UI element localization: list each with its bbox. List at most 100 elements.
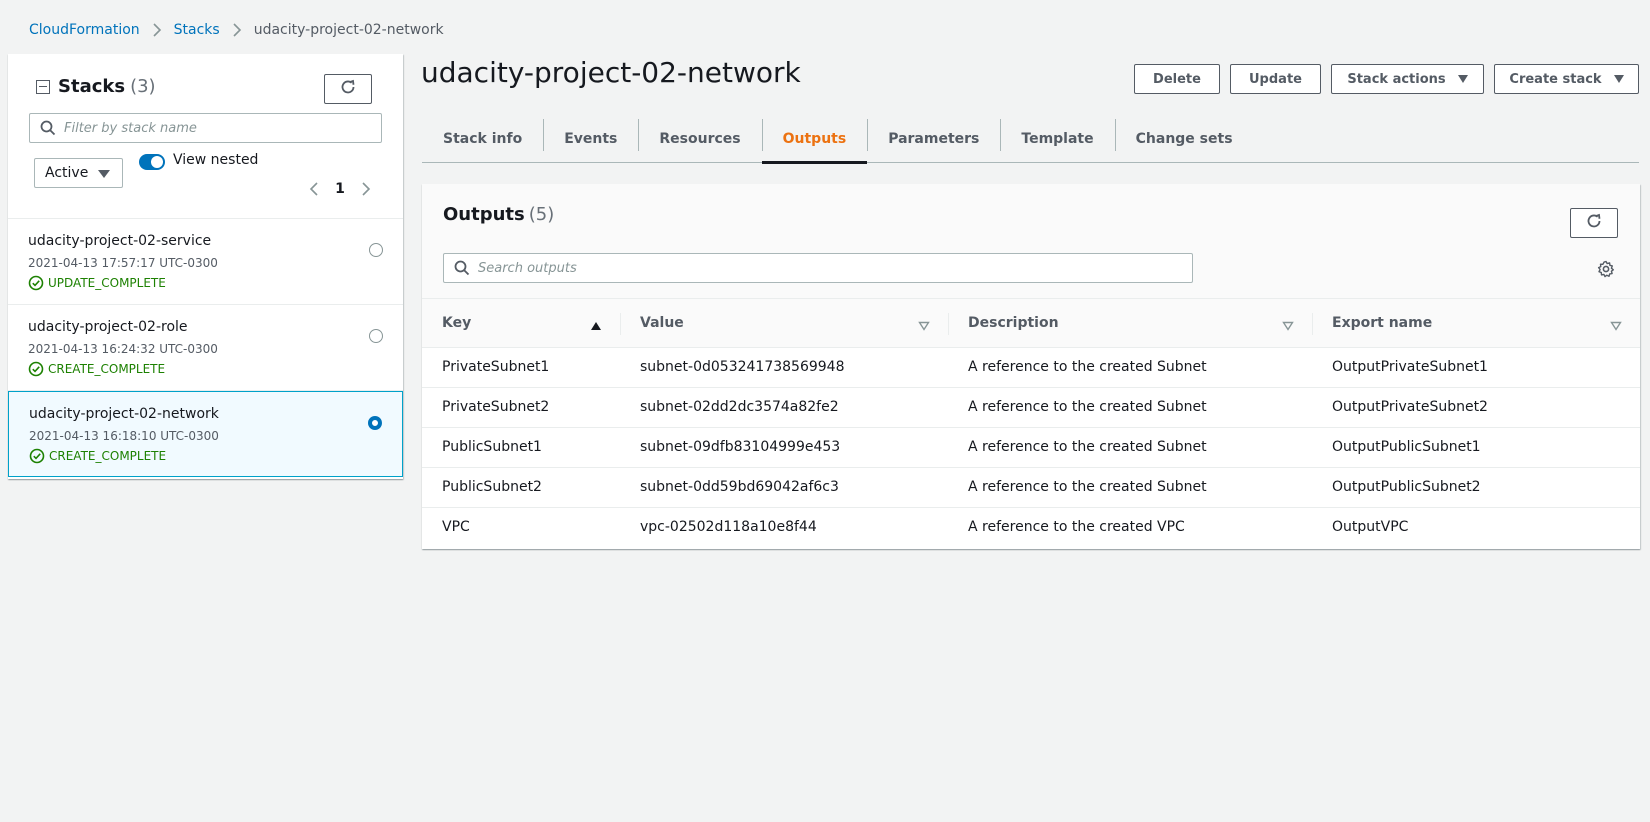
outputs-title-text: Outputs <box>443 204 525 225</box>
refresh-icon <box>339 78 357 100</box>
delete-button[interactable]: Delete <box>1134 64 1220 94</box>
table-row: VPC vpc-02502d118a10e8f44 A reference to… <box>422 507 1640 547</box>
cell-export-name: OutputPublicSubnet2 <box>1312 467 1640 508</box>
caret-down-icon <box>1457 75 1468 83</box>
stacks-refresh-button[interactable] <box>324 74 372 104</box>
column-header-value[interactable]: Value <box>620 299 948 348</box>
tab-stack-info[interactable]: Stack info <box>422 115 543 163</box>
sort-icon[interactable] <box>1610 319 1622 335</box>
stack-actions-label: Stack actions <box>1347 71 1446 87</box>
stack-status-select-value: Active <box>45 165 89 181</box>
create-stack-label: Create stack <box>1509 71 1602 87</box>
stack-name: udacity-project-02-service <box>28 233 212 249</box>
outputs-search-input[interactable] <box>478 260 1192 276</box>
stack-list-item-selected[interactable]: udacity-project-02-network 2021-04-13 16… <box>8 391 403 477</box>
stacks-panel-title: Stacks (3) <box>36 76 156 97</box>
breadcrumb: CloudFormation Stacks udacity-project-02… <box>29 20 444 40</box>
stacks-panel-header: Stacks (3) Active View nested 1 <box>8 54 403 219</box>
stack-radio[interactable] <box>369 329 383 343</box>
update-button[interactable]: Update <box>1230 64 1321 94</box>
table-header-row: Key Value Description Export name <box>422 299 1640 348</box>
tab-outputs[interactable]: Outputs <box>761 115 868 164</box>
breadcrumb-cloudformation-link[interactable]: CloudFormation <box>29 22 140 38</box>
column-header-label: Value <box>640 314 684 331</box>
table-row: PublicSubnet2 subnet-0dd59bd69042af6c3 A… <box>422 467 1640 508</box>
breadcrumb-current: udacity-project-02-network <box>253 22 444 38</box>
stack-list-item[interactable]: udacity-project-02-role 2021-04-13 16:24… <box>8 305 403 391</box>
search-icon <box>454 260 470 276</box>
cell-key: PublicSubnet1 <box>422 427 620 468</box>
stack-name: udacity-project-02-role <box>28 319 188 335</box>
stack-status-text: CREATE_COMPLETE <box>48 362 166 376</box>
outputs-header: Outputs (5) <box>422 184 1640 299</box>
cell-description: A reference to the created Subnet <box>948 467 1312 508</box>
delete-button-label: Delete <box>1153 71 1201 87</box>
search-icon <box>40 120 56 136</box>
cell-export-name: OutputPublicSubnet1 <box>1312 427 1640 468</box>
stack-tabs: Stack info Events Resources Outputs Para… <box>422 115 1639 164</box>
cell-key: PrivateSubnet2 <box>422 387 620 428</box>
outputs-panel: Outputs(5) Key <box>422 184 1640 549</box>
tab-template[interactable]: Template <box>1000 115 1114 163</box>
outputs-title: Outputs (5) <box>443 204 554 225</box>
stack-filter-input[interactable] <box>64 120 381 136</box>
table-row: PublicSubnet1 subnet-09dfb83104999e453 A… <box>422 427 1640 468</box>
cell-key: PrivateSubnet1 <box>422 347 620 388</box>
caret-down-icon <box>98 170 110 178</box>
column-header-key[interactable]: Key <box>422 299 620 348</box>
column-header-label: Export name <box>1332 314 1433 331</box>
create-stack-dropdown[interactable]: Create stack <box>1494 64 1639 94</box>
chevron-right-icon <box>362 182 371 196</box>
stack-status-text: CREATE_COMPLETE <box>49 449 167 463</box>
cell-description: A reference to the created Subnet <box>948 387 1312 428</box>
sort-icon[interactable] <box>918 319 930 335</box>
update-button-label: Update <box>1249 71 1302 87</box>
sort-icon[interactable] <box>1282 319 1294 335</box>
tab-parameters[interactable]: Parameters <box>867 115 1000 163</box>
outputs-refresh-button[interactable] <box>1570 208 1618 238</box>
stack-radio[interactable] <box>369 243 383 257</box>
success-check-icon <box>28 361 44 377</box>
stack-status: CREATE_COMPLETE <box>28 361 403 377</box>
column-header-description[interactable]: Description <box>948 299 1312 348</box>
stack-radio-selected[interactable] <box>368 416 382 430</box>
breadcrumb-stacks-link[interactable]: Stacks <box>174 22 220 38</box>
view-nested-toggle[interactable] <box>139 154 165 170</box>
prev-page-button[interactable] <box>302 179 326 199</box>
stack-timestamp: 2021-04-13 17:57:17 UTC-0300 <box>28 256 218 270</box>
tab-change-sets[interactable]: Change sets <box>1114 115 1254 163</box>
stack-timestamp: 2021-04-13 16:18:10 UTC-0300 <box>29 429 219 443</box>
stack-status-select[interactable]: Active <box>34 158 123 188</box>
outputs-count: (5) <box>528 204 555 225</box>
cell-value: subnet-0dd59bd69042af6c3 <box>620 467 948 508</box>
column-header-export-name[interactable]: Export name <box>1312 299 1640 348</box>
sort-ascending-icon[interactable] <box>590 319 602 335</box>
tab-resources[interactable]: Resources <box>638 115 761 163</box>
page-number[interactable]: 1 <box>326 181 354 197</box>
cell-export-name: OutputPrivateSubnet1 <box>1312 347 1640 388</box>
stack-list-item[interactable]: udacity-project-02-service 2021-04-13 17… <box>8 219 403 305</box>
cell-description: A reference to the created Subnet <box>948 347 1312 388</box>
chevron-left-icon <box>309 182 318 196</box>
table-row: PrivateSubnet2 subnet-02dd2dc3574a82fe2 … <box>422 387 1640 428</box>
cell-description: A reference to the created Subnet <box>948 427 1312 468</box>
stacks-pagination: 1 <box>302 179 378 199</box>
stack-actions-dropdown[interactable]: Stack actions <box>1331 64 1484 94</box>
cell-description: A reference to the created VPC <box>968 519 1185 536</box>
stack-filter-search <box>29 113 382 143</box>
caret-down-icon <box>1613 75 1624 83</box>
tab-events[interactable]: Events <box>543 115 638 163</box>
cell-value: vpc-02502d118a10e8f44 <box>640 519 817 536</box>
chevron-right-icon <box>152 23 162 37</box>
cell-key: PublicSubnet2 <box>422 467 620 508</box>
cell-value: subnet-0d053241738569948 <box>620 347 948 388</box>
cell-export-name: OutputPrivateSubnet2 <box>1312 387 1640 428</box>
gear-icon[interactable] <box>1597 260 1615 278</box>
stacks-panel: Stacks (3) Active View nested 1 <box>8 54 403 479</box>
next-page-button[interactable] <box>354 179 378 199</box>
chevron-right-icon <box>232 23 242 37</box>
view-nested-label: View nested <box>173 152 259 168</box>
cell-value: subnet-02dd2dc3574a82fe2 <box>620 387 948 428</box>
collapse-icon[interactable] <box>36 79 50 94</box>
outputs-table: Key Value Description Export name Privat… <box>422 299 1640 547</box>
